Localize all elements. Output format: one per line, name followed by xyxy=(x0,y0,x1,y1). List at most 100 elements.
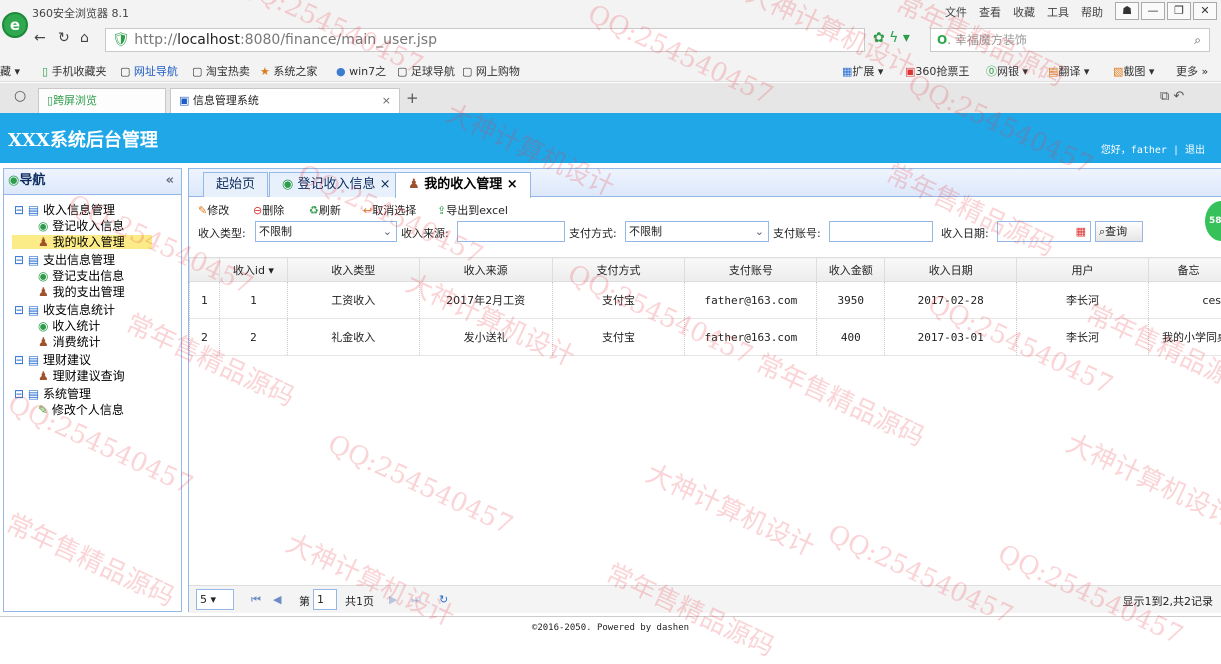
bookmark-taobao[interactable]: ▢ 淘宝热卖 xyxy=(192,63,250,79)
cell-source: 2017年2月工资 xyxy=(419,282,552,319)
col-header[interactable]: 收入日期 xyxy=(885,258,1017,282)
bookmark-favorites[interactable]: 藏 ▾ xyxy=(0,63,20,79)
restore-icon[interactable]: ⧉ ↶ xyxy=(1160,89,1184,104)
page-number-input[interactable]: 1 xyxy=(313,589,337,610)
nav-tree-label: 系统管理 xyxy=(43,387,91,401)
ext-more[interactable]: 更多 » xyxy=(1176,63,1208,79)
nav-tree-item[interactable]: ♟ 我的支出管理 xyxy=(38,285,125,299)
app-header: XXX系统后台管理 您好，father | 退出 xyxy=(0,113,1221,163)
reload-icon[interactable]: ↻ xyxy=(439,593,448,606)
delete-button[interactable]: ⊖删除 xyxy=(253,202,284,218)
col-header[interactable]: 支付方式 xyxy=(552,258,685,282)
url-path: :8080/finance/main_user.jsp xyxy=(240,32,437,48)
tab-register-income[interactable]: ◉ 登记收入信息 × xyxy=(269,172,404,197)
col-header[interactable]: 收入类型 xyxy=(287,258,419,282)
menu-file[interactable]: 文件 xyxy=(945,4,967,20)
bookmark-win7[interactable]: ● win7之 xyxy=(336,63,386,79)
nav-tree-item[interactable]: ⊟ ▤ 收入信息管理 xyxy=(14,203,115,217)
home-icon[interactable]: ⌂ xyxy=(80,30,89,46)
maximize-button[interactable]: ❐ xyxy=(1167,2,1191,20)
table-row[interactable]: 22礼金收入发小送礼支付宝father@163.com4002017-03-01… xyxy=(190,319,1221,356)
tab-info-system[interactable]: ▣ 信息管理系统 × xyxy=(170,88,400,113)
cell-id: 1 xyxy=(219,282,287,319)
bookmark-shopping[interactable]: ▢ 网上购物 xyxy=(462,63,520,79)
cell-account: father@163.com xyxy=(685,282,817,319)
type-select[interactable]: 不限制⌄ xyxy=(255,221,397,242)
new-tab-button[interactable]: + xyxy=(406,89,419,107)
nav-tree-item[interactable]: ♟ 理财建议查询 xyxy=(38,369,125,383)
table-body: 11工资收入2017年2月工资支付宝father@163.com39502017… xyxy=(190,282,1221,356)
nav-tree-item[interactable]: ◉ 收入统计 xyxy=(38,319,100,333)
search-icon[interactable]: ⌕ xyxy=(1194,29,1201,51)
nav-tree-item[interactable]: ⊟ ▤ 系统管理 xyxy=(14,387,91,401)
first-page-icon[interactable]: ⏮ xyxy=(251,593,261,607)
refresh-icon[interactable]: ↻ xyxy=(58,30,70,46)
date-input[interactable]: ▦ xyxy=(997,221,1091,242)
menu-favorites[interactable]: 收藏 xyxy=(1013,4,1035,20)
browser-tab-bar: ○ ▯跨屏浏览 ▣ 信息管理系统 × + ⧉ ↶ xyxy=(0,83,1221,113)
nav-tree-item[interactable]: ⊟ ▤ 支出信息管理 xyxy=(14,253,115,267)
close-window-button[interactable]: ✕ xyxy=(1193,2,1217,20)
bookmark-mobile[interactable]: ▯ 手机收藏夹 xyxy=(42,63,107,79)
tab-start-page[interactable]: 起始页 xyxy=(203,172,268,197)
nav-tree-item[interactable]: ⊟ ▤ 收支信息统计 xyxy=(14,303,115,317)
export-excel-button[interactable]: ⇪导出到excel xyxy=(437,202,508,218)
nav-tree-item[interactable]: ◉ 登记收入信息 xyxy=(38,219,124,233)
ext-translate[interactable]: ▤翻译 ▾ xyxy=(1048,63,1089,79)
account-input[interactable] xyxy=(829,221,933,242)
col-header[interactable]: 收入id ▾ xyxy=(219,258,287,282)
col-header[interactable]: 支付账号 xyxy=(685,258,817,282)
cell-amount: 3950 xyxy=(817,282,885,319)
minimize-button[interactable]: — xyxy=(1141,2,1165,20)
add-icon: ◉ xyxy=(38,319,52,333)
tab-my-income[interactable]: ♟ 我的收入管理 × xyxy=(395,172,531,198)
nav-tree-item[interactable]: ♟ 消费统计 xyxy=(38,335,101,349)
cell-account: father@163.com xyxy=(685,319,817,356)
tab-cross-screen[interactable]: ▯跨屏浏览 xyxy=(38,88,166,113)
menu-tools[interactable]: 工具 xyxy=(1047,4,1069,20)
source-input[interactable] xyxy=(457,221,565,242)
deselect-button[interactable]: ↩取消选择 xyxy=(363,202,416,218)
paymethod-select[interactable]: 不限制⌄ xyxy=(625,221,769,242)
page-info: 显示1到2,共2记录 xyxy=(1123,593,1214,609)
query-button[interactable]: ⌕查询 xyxy=(1095,221,1143,242)
last-page-icon[interactable]: ⏭ xyxy=(411,593,421,607)
nav-tree-item[interactable]: ⊟ ▤ 理财建议 xyxy=(14,353,91,367)
bookmark-nav[interactable]: ▢ 网址导航 xyxy=(120,63,178,79)
bookmark-system[interactable]: ★ 系统之家 xyxy=(260,63,317,79)
ext-extend[interactable]: ▦扩展 ▾ xyxy=(842,63,883,79)
refresh-button[interactable]: ♻刷新 xyxy=(309,202,341,218)
col-header[interactable]: 收入金额 xyxy=(817,258,885,282)
back-icon[interactable]: ← xyxy=(34,30,46,46)
table-row[interactable]: 11工资收入2017年2月工资支付宝father@163.com39502017… xyxy=(190,282,1221,319)
menu-help[interactable]: 帮助 xyxy=(1081,4,1103,20)
page-size-select[interactable]: 5 ▾ xyxy=(196,589,234,610)
col-header[interactable]: 收入来源 xyxy=(419,258,552,282)
ext-bank[interactable]: ⓪网银 ▾ xyxy=(986,63,1028,79)
url-input[interactable]: 🛡 http://localhost:8080/finance/main_use… xyxy=(105,28,865,52)
ext-tickets[interactable]: ▣360抢票王 xyxy=(905,63,969,79)
history-icon[interactable]: ○ xyxy=(14,88,26,104)
nav-tree-item[interactable]: ✎ 修改个人信息 xyxy=(38,403,124,417)
col-header[interactable]: 备忘 xyxy=(1148,258,1221,282)
ext-screenshot[interactable]: ▧截图 ▾ xyxy=(1113,63,1154,79)
menu-view[interactable]: 查看 xyxy=(979,4,1001,20)
user-greeting[interactable]: 您好，father | 退出 xyxy=(1101,141,1205,156)
edit-button[interactable]: ✎修改 xyxy=(198,202,229,218)
bookmark-football[interactable]: ▢ 足球导航 xyxy=(397,63,455,79)
nav-tree-label: 登记收入信息 xyxy=(52,219,124,233)
close-tab-icon[interactable]: × xyxy=(382,89,391,112)
collapse-icon[interactable]: « xyxy=(166,169,174,193)
nav-tree-item[interactable]: ◉ 登记支出信息 xyxy=(38,269,124,283)
search-input[interactable]: O. 幸福魔方装饰 ⌕ xyxy=(930,28,1210,52)
skin-button[interactable]: ☗ xyxy=(1115,2,1139,20)
cell-method: 支付宝 xyxy=(552,319,685,356)
nav-tree-item[interactable]: ♟ 我的收入管理 xyxy=(12,235,152,249)
col-header[interactable]: 用户 xyxy=(1017,258,1149,282)
speed-icon[interactable]: ✿ ϟ ▾ xyxy=(873,30,910,46)
paymethod-label: 支付方式: xyxy=(569,225,617,241)
cell-id: 2 xyxy=(219,319,287,356)
next-page-icon[interactable]: ▶ xyxy=(389,593,397,606)
prev-page-icon[interactable]: ◀ xyxy=(273,593,281,606)
sidebar: ◉导航 « ⊟ ▤ 收入信息管理◉ 登记收入信息♟ 我的收入管理⊟ ▤ 支出信息… xyxy=(3,168,182,612)
